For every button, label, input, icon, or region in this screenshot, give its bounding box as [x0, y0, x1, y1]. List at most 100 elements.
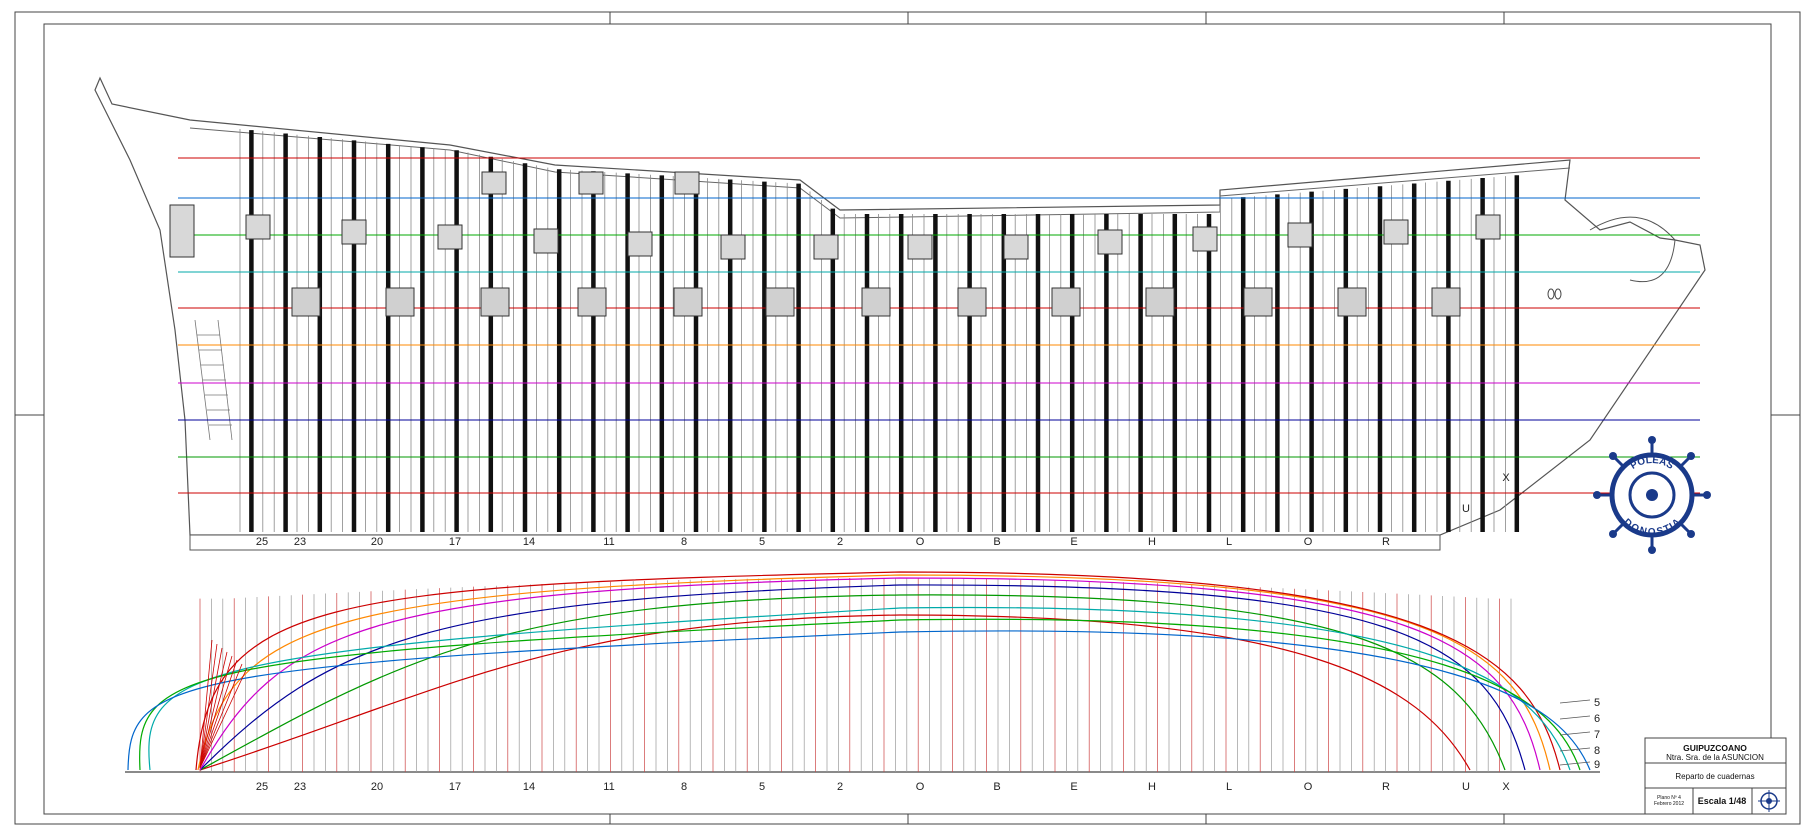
waterline-leader — [1559, 761, 1591, 766]
profile-frame-label: 23 — [294, 536, 306, 548]
half-breadth-curve — [195, 571, 1561, 771]
half-breadth-frame-label: 2 — [837, 781, 843, 793]
waterline-number: 7 — [1594, 729, 1600, 741]
profile-frame-label: X — [1502, 472, 1510, 484]
profile-view: 25 23 20 17 14 11 8 5 2 O B E H L O R U X — [94, 76, 1706, 551]
half-breadth-frame-label: B — [993, 781, 1000, 793]
half-breadth-curve — [199, 577, 1541, 771]
title-block: GUIPUZCOANO Ntra. Sra. de la ASUNCION Re… — [1644, 737, 1787, 815]
gunport-upper — [813, 234, 839, 260]
half-breadth-frame-label: 23 — [294, 781, 306, 793]
profile-frame-label: 17 — [449, 536, 461, 548]
gunport-upper — [1192, 226, 1218, 252]
gunport-quarterdeck — [674, 171, 700, 195]
profile-frame-label: 5 — [759, 536, 765, 548]
gunport-lower — [385, 287, 415, 317]
gunport-lower — [1243, 287, 1273, 317]
gunport-upper — [720, 234, 746, 260]
profile-frame-label: 14 — [523, 536, 535, 548]
gunport-upper — [907, 234, 933, 260]
half-breadth-view: 25 23 20 17 14 11 8 5 2 O B E H L O R U X 5 6 7 8 9 — [125, 571, 1600, 793]
half-breadth-frames — [199, 578, 1512, 772]
profile-frame-label: 8 — [681, 536, 687, 548]
profile-frame-label: O — [916, 536, 925, 548]
gunport-upper — [1097, 229, 1123, 255]
half-breadth-frame-label: 14 — [523, 781, 535, 793]
poleas-donostia-logo: POLEAS DONOSTIA — [1593, 436, 1711, 554]
waterline-number: 8 — [1594, 745, 1600, 757]
stern-fan-line — [199, 647, 223, 769]
waterline-leader — [1559, 747, 1591, 752]
waterline-number: 5 — [1594, 697, 1600, 709]
half-breadth-frame-label: 11 — [603, 781, 614, 793]
waterline-number: 9 — [1594, 759, 1600, 771]
half-breadth-curve — [127, 630, 1591, 771]
profile-frame-label: 2 — [837, 536, 843, 548]
half-breadth-frame-label: 25 — [256, 781, 268, 793]
half-breadth-curve — [199, 614, 1471, 771]
title-subject: Reparto de cuadernas — [1675, 772, 1754, 781]
gunport-quarterdeck — [481, 171, 507, 195]
waterline-number: 6 — [1594, 713, 1600, 725]
half-breadth-frame-label: O — [916, 781, 925, 793]
profile-frame-label: 25 — [256, 536, 268, 548]
profile-frame-label: R — [1382, 536, 1390, 548]
half-breadth-curves — [127, 571, 1591, 771]
waterline-leader — [1559, 715, 1591, 720]
gunport-lower — [1145, 287, 1175, 317]
profile-frame-label: 20 — [371, 536, 383, 548]
ship-wheel-hub — [1646, 489, 1658, 501]
gunport-lower — [673, 287, 703, 317]
profile-frame-label: E — [1070, 536, 1077, 548]
stern-fan-line — [199, 655, 233, 769]
gunport-lower — [957, 287, 987, 317]
gunport-lower — [765, 287, 795, 317]
title-line-1: GUIPUZCOANO — [1683, 743, 1747, 753]
profile-frame-label: O — [1304, 536, 1313, 548]
half-breadth-frame-labels: 25 23 20 17 14 11 8 5 2 O B E H L O R U X — [256, 781, 1510, 793]
gunport-lower — [577, 287, 607, 317]
profile-frame-label: B — [993, 536, 1000, 548]
half-breadth-frame-label: R — [1382, 781, 1390, 793]
half-breadth-frame-label: 17 — [449, 781, 461, 793]
half-breadth-curve — [197, 574, 1551, 771]
stern-window — [169, 204, 195, 258]
half-breadth-frame-label: H — [1148, 781, 1156, 793]
profile-frame-label: L — [1226, 536, 1232, 548]
gunport-upper — [1475, 214, 1501, 240]
gunport-upper — [533, 228, 559, 254]
half-breadth-frame-label: 8 — [681, 781, 687, 793]
half-breadth-curve — [148, 606, 1571, 771]
gunport-upper — [341, 219, 367, 245]
half-breadth-frame-label: 20 — [371, 781, 383, 793]
title-line-2: Ntra. Sra. de la ASUNCION — [1666, 753, 1764, 762]
gunport-upper — [1003, 234, 1029, 260]
half-breadth-curve — [139, 618, 1581, 771]
gunport-lower — [1431, 287, 1461, 317]
profile-frame-label: 11 — [603, 536, 614, 548]
ship-plan-drawing: 25 23 20 17 14 11 8 5 2 O B E H L O RUX 25 23 20 17 14 11 8 5 2… — [14, 11, 1801, 825]
half-breadth-frame-label: L — [1226, 781, 1232, 793]
waterline-leader — [1559, 699, 1591, 704]
gunport-upper — [1287, 222, 1313, 248]
gunport-lower — [861, 287, 891, 317]
half-breadth-curve — [199, 584, 1526, 771]
half-breadth-frame-label: U — [1462, 781, 1470, 793]
sheet-scale: Escala 1/48 — [1698, 796, 1747, 806]
half-breadth-frame-label: 5 — [759, 781, 765, 793]
half-breadth-frame-label: O — [1304, 781, 1313, 793]
profile-frame-label: H — [1148, 536, 1156, 548]
gunport-lower — [1051, 287, 1081, 317]
gunport-lower — [480, 287, 510, 317]
gunport-upper — [627, 231, 653, 257]
half-breadth-frame-label: E — [1070, 781, 1077, 793]
gunport-lower — [1337, 287, 1367, 317]
gunport-upper — [245, 214, 271, 240]
gunport-upper — [437, 224, 463, 250]
gunport-upper — [1383, 219, 1409, 245]
half-breadth-frame-label: X — [1502, 781, 1510, 793]
gunport-quarterdeck — [578, 171, 604, 195]
profile-frame-label: U — [1462, 503, 1470, 515]
gunport-lower — [291, 287, 321, 317]
sheet-date: Febrero 2012 — [1654, 801, 1684, 807]
